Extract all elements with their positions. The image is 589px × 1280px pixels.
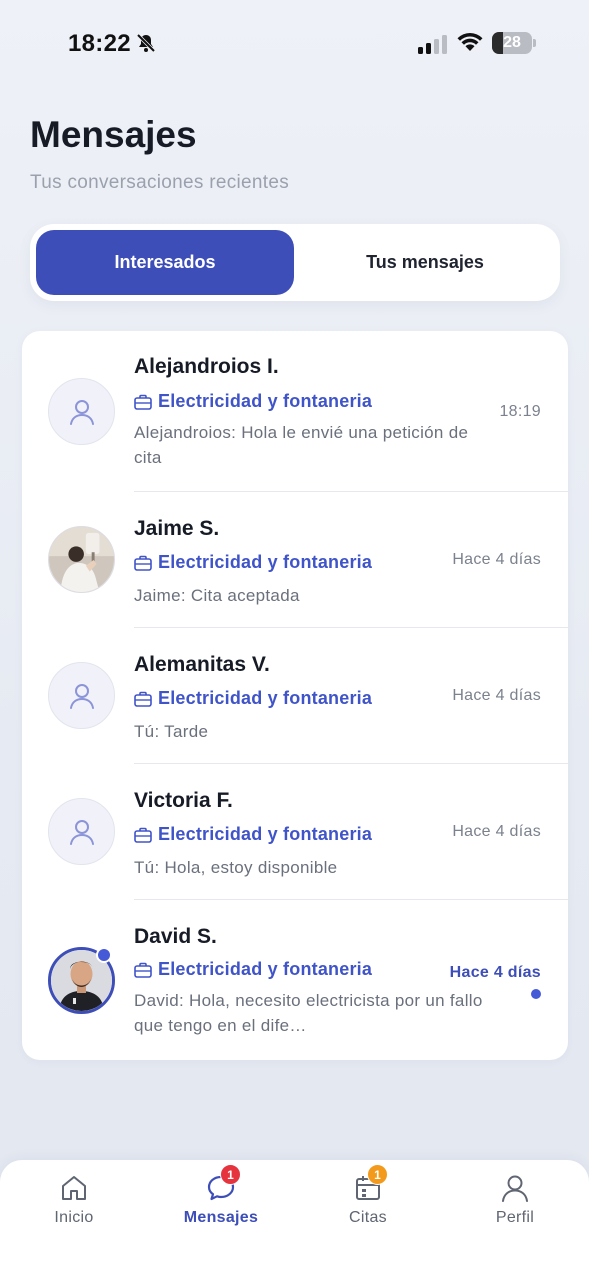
contact-name: Jaime S. [134, 517, 220, 540]
conversation-row[interactable]: Alejandroios I. Electricidad y fontaneri… [22, 331, 568, 492]
online-indicator [96, 947, 112, 963]
contact-name: David S. [134, 925, 217, 948]
bell-muted-icon [136, 33, 156, 53]
nav-citas[interactable]: 1 Citas [318, 1164, 418, 1240]
conversation-row[interactable]: Alemanitas V. Electricidad y fontaneria … [22, 628, 568, 764]
contact-name: Alejandroios I. [134, 355, 279, 378]
wifi-icon [457, 32, 483, 51]
conversation-list: Alejandroios I. Electricidad y fontaneri… [22, 331, 568, 1060]
page-subtitle: Tus conversaciones recientes [30, 172, 290, 193]
contact-name: Alemanitas V. [134, 653, 270, 676]
bottom-nav: Inicio 1 Mensajes 1 Citas Perfil [0, 1160, 589, 1280]
category-label: Electricidad y fontaneria [134, 552, 372, 573]
conversation-row[interactable]: Jaime S. Electricidad y fontaneria Jaime… [22, 492, 568, 628]
nav-label: Citas [349, 1209, 387, 1226]
page-title: Mensajes [30, 114, 197, 155]
status-bar: 18:22 28 [0, 0, 589, 88]
notification-badge: 1 [367, 1164, 388, 1185]
category-label: Electricidad y fontaneria [134, 688, 372, 709]
category-label: Electricidad y fontaneria [134, 391, 372, 412]
home-icon [62, 1176, 86, 1200]
status-time: 18:22 [68, 30, 131, 57]
message-time: Hace 4 días [452, 823, 541, 840]
message-time: 18:19 [499, 403, 541, 420]
tab-switcher: Interesados Tus mensajes [30, 224, 560, 301]
notification-badge: 1 [220, 1164, 241, 1185]
nav-label: Inicio [54, 1209, 94, 1226]
message-time: Hace 4 días [449, 964, 541, 981]
message-preview: Alejandroios: Hola le envié una petición… [134, 423, 469, 467]
signal-icon [418, 35, 447, 54]
briefcase-icon [134, 962, 152, 978]
battery-indicator: 28 [492, 32, 536, 54]
nav-label: Mensajes [183, 1209, 259, 1226]
message-time: Hace 4 días [452, 551, 541, 568]
message-preview: Tú: Hola, estoy disponible [134, 858, 338, 877]
message-time: Hace 4 días [452, 687, 541, 704]
unread-indicator [531, 989, 541, 999]
category-text: Electricidad y fontaneria [158, 959, 373, 979]
category-label: Electricidad y fontaneria [134, 959, 372, 980]
user-icon [502, 1175, 528, 1202]
user-icon [69, 819, 94, 845]
avatar-photo [48, 526, 115, 593]
profile-photo [49, 527, 114, 592]
nav-perfil[interactable]: Perfil [465, 1170, 565, 1240]
nav-inicio[interactable]: Inicio [24, 1170, 124, 1240]
tab-interesados[interactable]: Interesados [36, 230, 294, 295]
user-icon [69, 683, 94, 709]
briefcase-icon [134, 555, 152, 571]
briefcase-icon [134, 691, 152, 707]
contact-name: Victoria F. [134, 789, 233, 812]
category-text: Electricidad y fontaneria [158, 824, 373, 844]
briefcase-icon [134, 827, 152, 843]
message-preview: Tú: Tarde [134, 722, 209, 741]
conversation-row[interactable]: David S. Electricidad y fontaneria David… [22, 900, 568, 1060]
user-icon [69, 399, 94, 425]
category-label: Electricidad y fontaneria [134, 824, 372, 845]
avatar-placeholder [48, 662, 115, 729]
nav-mensajes[interactable]: 1 Mensajes [171, 1164, 271, 1240]
category-text: Electricidad y fontaneria [158, 552, 373, 572]
battery-level: 28 [503, 34, 521, 51]
tab-tus-mensajes[interactable]: Tus mensajes [296, 230, 554, 295]
message-preview: David: Hola, necesito electricista por u… [134, 991, 483, 1035]
conversation-row[interactable]: Victoria F. Electricidad y fontaneria Tú… [22, 764, 568, 900]
nav-label: Perfil [495, 1209, 535, 1226]
avatar-placeholder [48, 798, 115, 865]
briefcase-icon [134, 394, 152, 410]
category-text: Electricidad y fontaneria [158, 688, 373, 708]
avatar-placeholder [48, 378, 115, 445]
category-text: Electricidad y fontaneria [158, 391, 373, 411]
message-preview: Jaime: Cita aceptada [134, 586, 300, 605]
